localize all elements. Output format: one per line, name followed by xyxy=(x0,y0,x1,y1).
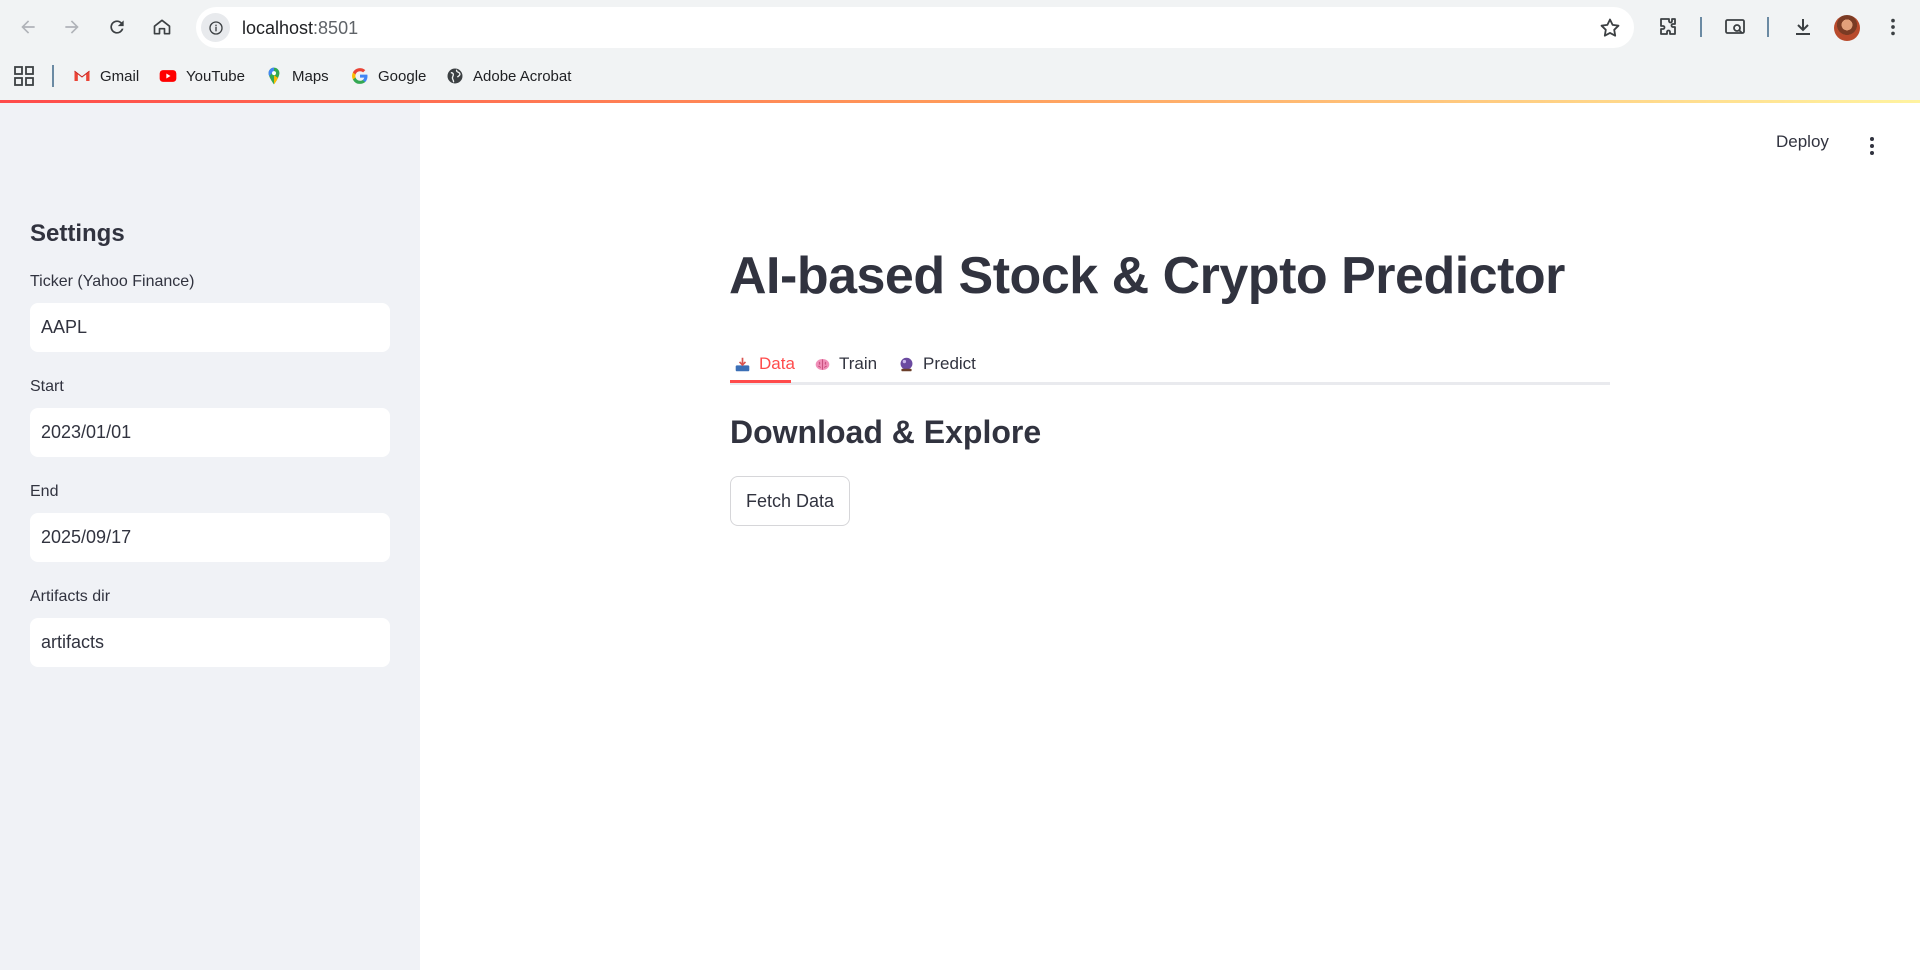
bookmark-youtube[interactable]: YouTube xyxy=(158,64,245,88)
more-vertical-icon xyxy=(1870,137,1874,141)
info-icon xyxy=(208,20,223,35)
bookmark-star-icon[interactable] xyxy=(1598,16,1622,40)
youtube-icon xyxy=(159,70,177,82)
sidebar-heading: Settings xyxy=(30,220,125,247)
home-button[interactable] xyxy=(146,11,178,43)
end-date-label: End xyxy=(30,483,59,500)
downloads-button[interactable] xyxy=(1790,14,1816,40)
end-date-input[interactable] xyxy=(30,513,390,562)
google-icon xyxy=(352,68,368,84)
reload-icon xyxy=(110,20,124,34)
bookmark-maps[interactable]: Maps xyxy=(264,64,329,88)
active-tab-indicator xyxy=(730,380,791,383)
start-date-input[interactable] xyxy=(30,408,390,457)
arrow-right-icon xyxy=(65,20,79,34)
arrow-left-icon xyxy=(21,20,35,34)
main-menu-button[interactable] xyxy=(1862,134,1882,158)
ticker-input[interactable] xyxy=(30,303,390,352)
main-content xyxy=(420,103,1920,970)
download-icon xyxy=(1796,19,1810,35)
bookmarks-divider xyxy=(52,65,54,87)
deploy-button[interactable]: Deploy xyxy=(1776,132,1829,152)
artifacts-dir-label: Artifacts dir xyxy=(30,588,111,605)
bookmark-adobe-acrobat[interactable]: Adobe Acrobat xyxy=(445,64,571,88)
back-button[interactable] xyxy=(12,11,44,43)
puzzle-icon xyxy=(1660,18,1676,35)
fetch-data-button[interactable]: Fetch Data xyxy=(730,476,850,526)
cast-search-button[interactable] xyxy=(1722,14,1748,40)
home-icon xyxy=(153,19,171,35)
screen-search-icon xyxy=(1725,19,1745,34)
toolbar-divider xyxy=(1700,17,1702,37)
tab-predict[interactable]: Predict xyxy=(898,346,976,382)
artifacts-dir-input[interactable] xyxy=(30,618,390,667)
section-heading: Download & Explore xyxy=(730,414,1042,450)
reload-button[interactable] xyxy=(101,11,133,43)
tab-train[interactable]: Train xyxy=(814,346,877,382)
toolbar-divider xyxy=(1767,17,1769,37)
more-vertical-icon xyxy=(1891,18,1895,36)
brain-icon xyxy=(815,358,830,370)
page-title: AI-based Stock & Crypto Predictor xyxy=(729,247,1565,305)
chrome-menu-button[interactable] xyxy=(1880,14,1906,40)
bookmark-gmail[interactable]: Gmail xyxy=(72,64,139,88)
start-date-label: Start xyxy=(30,378,64,395)
bookmark-google[interactable]: Google xyxy=(350,64,426,88)
gmail-icon xyxy=(74,70,90,81)
address-bar[interactable]: localhost:8501 xyxy=(196,7,1634,48)
globe-icon xyxy=(447,68,463,84)
bookmarks-bar: Gmail YouTube Maps Google Adobe Acrobat xyxy=(0,55,1920,100)
site-info-button[interactable] xyxy=(201,13,230,42)
browser-toolbar: localhost:8501 xyxy=(0,0,1920,55)
tab-data[interactable]: Data xyxy=(734,346,795,382)
ticker-label: Ticker (Yahoo Finance) xyxy=(30,273,195,290)
maps-icon xyxy=(268,67,280,85)
url-text: localhost:8501 xyxy=(242,18,359,38)
profile-avatar[interactable] xyxy=(1834,15,1860,41)
inbox-tray-icon xyxy=(735,357,750,371)
crystal-ball-icon xyxy=(900,357,913,371)
apps-grid-icon[interactable] xyxy=(13,65,35,87)
tab-bar: Data Train Predict xyxy=(730,340,1610,385)
extensions-button[interactable] xyxy=(1655,14,1681,40)
forward-button[interactable] xyxy=(56,11,88,43)
